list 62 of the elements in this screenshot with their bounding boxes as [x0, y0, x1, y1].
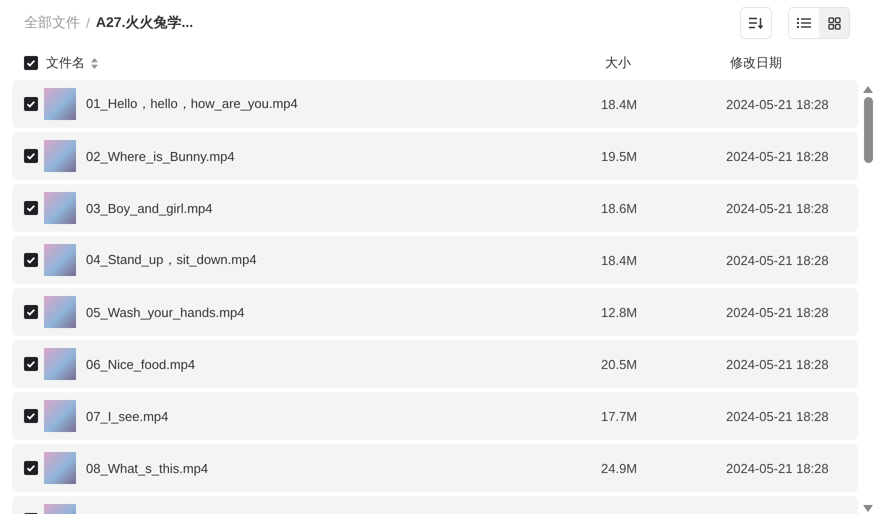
file-name[interactable]: 01_Hello，hello，how_are_you.mp4 [86, 95, 601, 113]
file-name[interactable]: 07_I_see.mp4 [86, 408, 601, 424]
file-row[interactable]: 01_Hello，hello，how_are_you.mp4 18.4M 2024-05-21 18:28 [12, 80, 858, 128]
file-row[interactable]: 03_Boy_and_girl.mp4 18.6M 2024-05-21 18:28 [12, 184, 858, 232]
file-name[interactable]: 08_What_s_this.mp4 [86, 460, 601, 476]
video-thumbnail [44, 348, 76, 380]
modified-date: 2024-05-21 18:28 [726, 304, 830, 320]
grid-view-button[interactable] [819, 8, 849, 38]
video-thumbnail [44, 244, 76, 276]
file-size: 12.8M [601, 304, 638, 320]
file-name[interactable]: 02_Where_is_Bunny.mp4 [86, 148, 601, 164]
breadcrumb-separator: / [86, 15, 90, 31]
column-header[interactable]: 文件名 [46, 54, 85, 72]
scroll-up-icon[interactable] [863, 86, 873, 93]
checkbox[interactable] [24, 357, 38, 371]
file-row[interactable]: 05_Wash_your_hands.mp4 12.8M 2024-05-21 18:28 [12, 288, 858, 336]
file-name[interactable]: 05_Wash_your_hands.mp4 [86, 304, 601, 320]
video-thumbnail [44, 296, 76, 328]
column-header: 大小 [605, 54, 632, 72]
scroll-down-icon[interactable] [863, 505, 873, 512]
sort-button[interactable] [740, 7, 772, 39]
file-row[interactable]: 06_Nice_food.mp4 20.5M 2024-05-21 18:28 [12, 340, 858, 388]
modified-date: 2024-05-21 18:28 [726, 96, 830, 112]
select-all-checkbox[interactable] [24, 56, 38, 70]
file-size: 18.4M [601, 96, 638, 112]
video-thumbnail [44, 88, 76, 120]
column-header: 修改日期 [730, 54, 783, 72]
file-row[interactable]: 02_Where_is_Bunny.mp4 19.5M 2024-05-21 18:28 [12, 132, 858, 180]
file-size: 19.5M [601, 148, 638, 164]
list-view-icon [797, 17, 811, 29]
video-thumbnail [44, 140, 76, 172]
file-row[interactable]: 04_Stand_up，sit_down.mp4 18.4M 2024-05-21 18:28 [12, 236, 858, 284]
sort-arrows-icon[interactable] [91, 58, 98, 68]
file-size: 17.7M [601, 408, 638, 424]
modified-date: 2024-05-21 18:28 [726, 148, 830, 164]
checkbox[interactable] [24, 149, 38, 163]
modified-date: 2024-05-21 18:28 [726, 460, 830, 476]
grid-view-icon [828, 16, 840, 30]
checkbox[interactable] [24, 253, 38, 267]
file-row[interactable]: 08_What_s_this.mp4 24.9M 2024-05-21 18:28 [12, 444, 858, 492]
modified-date: 2024-05-21 18:28 [726, 200, 830, 216]
checkbox[interactable] [24, 305, 38, 319]
checkbox[interactable] [24, 97, 38, 111]
file-name[interactable]: 06_Nice_food.mp4 [86, 356, 601, 372]
modified-date: 2024-05-21 18:28 [726, 356, 830, 372]
modified-date: 2024-05-21 18:28 [726, 408, 830, 424]
checkbox[interactable] [24, 201, 38, 215]
sort-icon [749, 17, 763, 29]
file-name[interactable]: 03_Boy_and_girl.mp4 [86, 200, 601, 216]
file-size: 20.5M [601, 356, 638, 372]
file-row[interactable]: 07_I_see.mp4 17.7M 2024-05-21 18:28 [12, 392, 858, 440]
video-thumbnail [44, 452, 76, 484]
checkbox[interactable] [24, 461, 38, 475]
video-thumbnail [44, 192, 76, 224]
scrollbar-thumb[interactable] [864, 97, 872, 163]
file-size: 18.6M [601, 200, 638, 216]
file-size: 24.9M [601, 460, 638, 476]
video-thumbnail [44, 400, 76, 432]
checkbox[interactable] [24, 409, 38, 423]
modified-date: 2024-05-21 18:28 [726, 252, 830, 268]
file-size: 18.4M [601, 252, 638, 268]
file-name[interactable]: 04_Stand_up，sit_down.mp4 [86, 251, 601, 269]
